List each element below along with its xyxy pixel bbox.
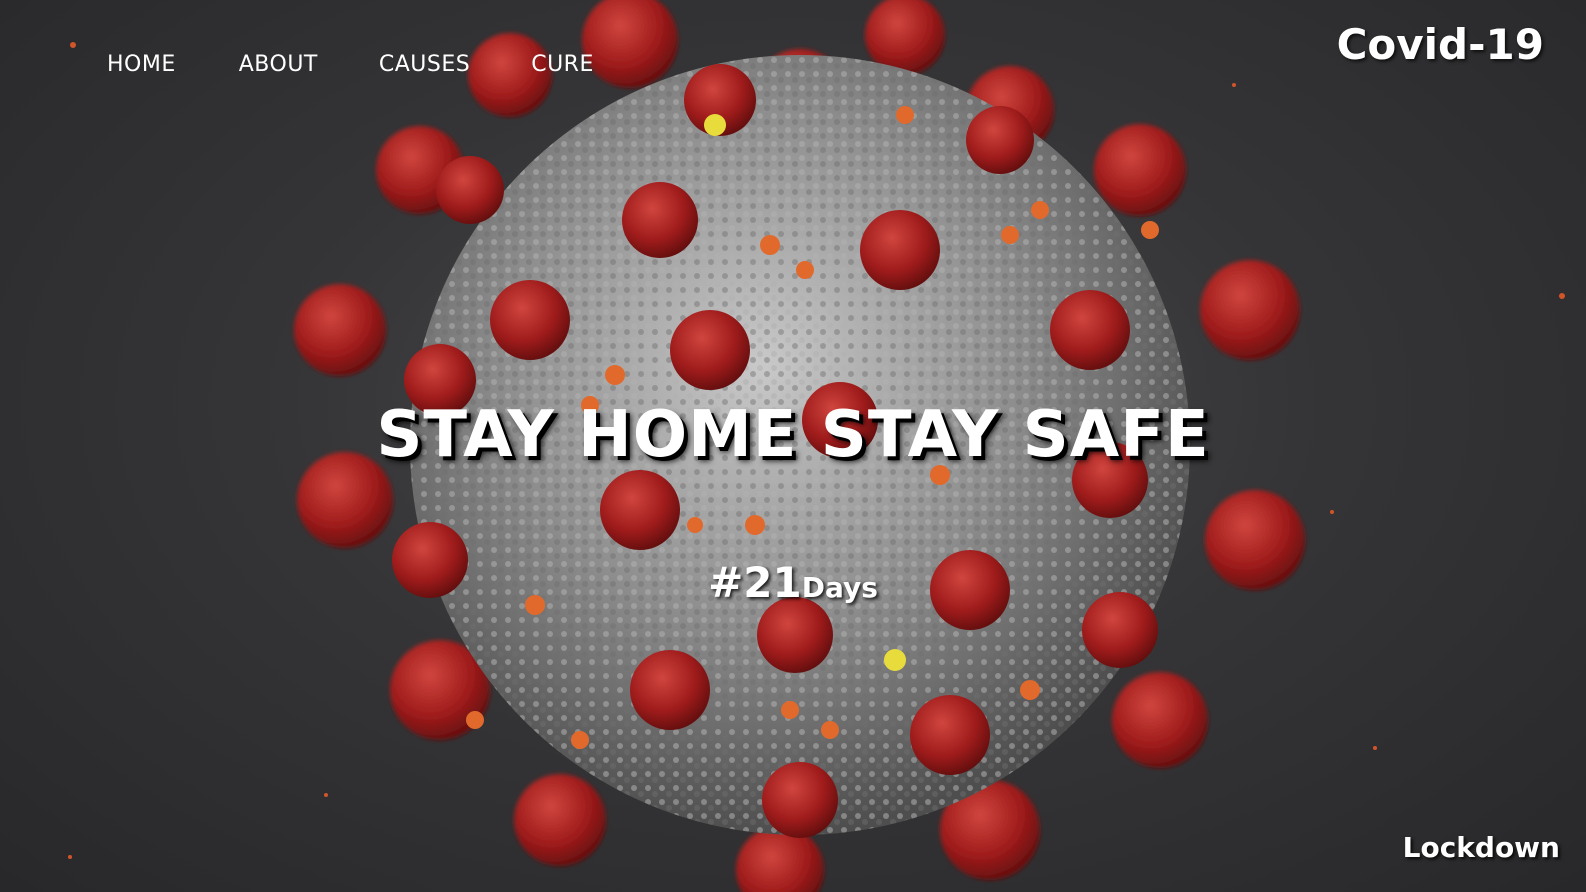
- nav-link-home[interactable]: HOME: [107, 52, 176, 77]
- lockdown-label: Lockdown: [1402, 831, 1560, 864]
- nav-link-causes[interactable]: CAUSES: [379, 52, 470, 77]
- nav-link-about[interactable]: ABOUT: [239, 52, 318, 77]
- hero-headline: STAY HOME STAY SAFE: [376, 398, 1210, 472]
- main-navigation: HOME ABOUT CAUSES CURE: [107, 52, 594, 77]
- hashtag-number: #21: [708, 558, 802, 607]
- nav-link-cure[interactable]: CURE: [531, 52, 594, 77]
- hero-hashtag: #21Days: [0, 558, 1586, 607]
- brand-title: Covid-19: [1336, 20, 1544, 69]
- hashtag-days: Days: [801, 571, 878, 604]
